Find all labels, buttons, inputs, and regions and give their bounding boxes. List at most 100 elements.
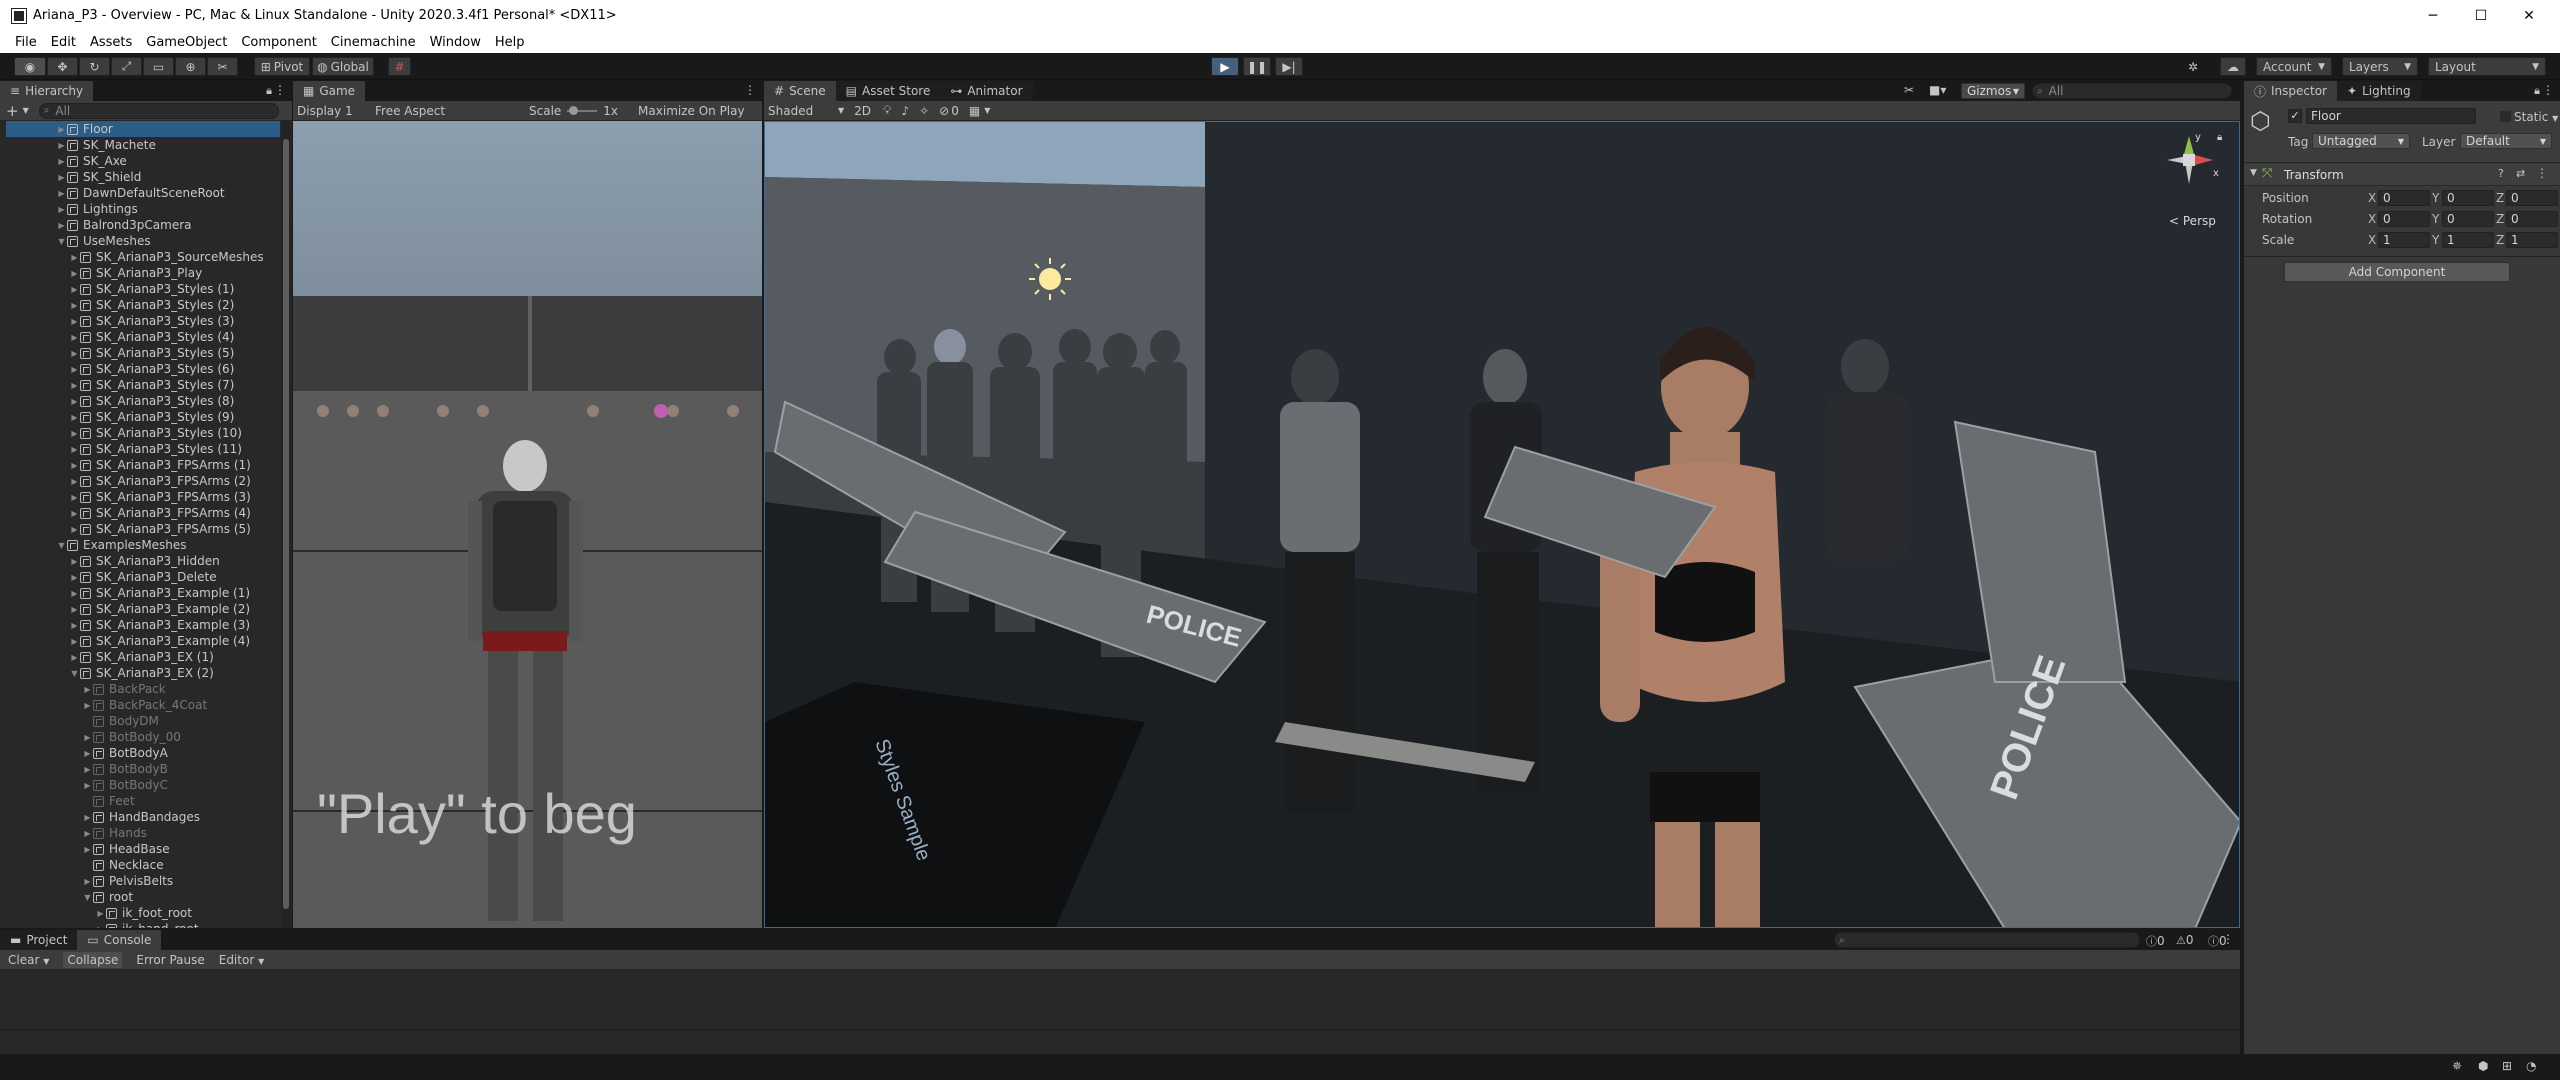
chevron-right-icon[interactable]: ▶ [69, 653, 80, 662]
maximize-on-play-toggle[interactable]: Maximize On Play [638, 104, 745, 118]
y-field[interactable]: 0 [2442, 190, 2494, 206]
view-tool-button[interactable]: ◉ [14, 57, 46, 76]
hierarchy-row[interactable]: ▶ SK_ArianaP3_SourceMeshes [6, 249, 280, 265]
chevron-right-icon[interactable]: ▶ [69, 637, 80, 646]
projection-toggle[interactable]: < Persp [2169, 214, 2216, 228]
shading-mode-dropdown[interactable]: Shaded [768, 104, 838, 118]
hierarchy-row[interactable]: ▶ SK_ArianaP3_Styles (11) [6, 441, 280, 457]
tab-asset-store[interactable]: ▤ Asset Store [835, 81, 941, 101]
menu-cinemachine[interactable]: Cinemachine [324, 35, 423, 50]
cache-icon[interactable]: ⬢ [2478, 1059, 2488, 1073]
hierarchy-row[interactable]: ▶ SK_ArianaP3_Styles (7) [6, 377, 280, 393]
hierarchy-row[interactable]: ▼ UseMeshes [6, 233, 280, 249]
hierarchy-row[interactable]: ▶ SK_ArianaP3_Delete [6, 569, 280, 585]
chevron-right-icon[interactable]: ▶ [69, 509, 80, 518]
hierarchy-row[interactable]: ▶ SK_ArianaP3_Styles (10) [6, 425, 280, 441]
chevron-right-icon[interactable]: ▶ [69, 397, 80, 406]
object-name-field[interactable]: Floor [2306, 108, 2476, 124]
hierarchy-row[interactable]: ▼ ExamplesMeshes [6, 537, 280, 553]
hierarchy-row[interactable]: ▶ SK_ArianaP3_Styles (6) [6, 361, 280, 377]
chevron-right-icon[interactable]: ▶ [69, 557, 80, 566]
hierarchy-row[interactable]: ▶ SK_ArianaP3_Styles (5) [6, 345, 280, 361]
hierarchy-row[interactable]: ▶ PelvisBelts [6, 873, 280, 889]
chevron-right-icon[interactable]: ▶ [82, 845, 93, 854]
menu-help[interactable]: Help [488, 35, 532, 50]
play-button[interactable]: ▶ [1211, 57, 1239, 76]
layer-dropdown[interactable]: Default ▼ [2460, 133, 2552, 149]
grid-snap-button[interactable]: # [388, 57, 411, 76]
lock-icon[interactable]: 🔒︎ [2534, 84, 2540, 98]
chevron-right-icon[interactable]: ▶ [56, 125, 67, 134]
aspect-dropdown[interactable]: Free Aspect [375, 104, 525, 118]
gizmos-dropdown[interactable]: Gizmos ▼ [1961, 83, 2025, 99]
chevron-right-icon[interactable]: ▶ [56, 141, 67, 150]
hierarchy-row[interactable]: ▶ SK_ArianaP3_FPSArms (5) [6, 521, 280, 537]
global-toggle[interactable]: ◍ Global [312, 57, 374, 76]
hierarchy-row[interactable]: ▶ SK_ArianaP3_Styles (1) [6, 281, 280, 297]
tab-hierarchy[interactable]: ≡ Hierarchy [0, 81, 94, 101]
x-field[interactable]: 0 [2378, 190, 2430, 206]
gizmo-lock-icon[interactable]: 🔒︎ [2217, 132, 2222, 143]
hierarchy-row[interactable]: BodyDM [6, 713, 280, 729]
pivot-toggle[interactable]: ⊞ Pivot [254, 57, 310, 76]
chevron-right-icon[interactable]: ▶ [69, 621, 80, 630]
hierarchy-row[interactable]: ▼ root [6, 889, 280, 905]
chevron-right-icon[interactable]: ▶ [69, 317, 80, 326]
toggle-2d-button[interactable]: 2D [854, 104, 871, 118]
hierarchy-row[interactable]: ▶ SK_ArianaP3_Example (4) [6, 633, 280, 649]
game-view[interactable]: "Play" to beg [293, 121, 762, 928]
chevron-right-icon[interactable]: ▶ [69, 381, 80, 390]
scene-search-input[interactable]: ⌕ All [2032, 83, 2232, 99]
account-dropdown[interactable]: Account ▼ [2256, 57, 2332, 76]
hierarchy-row[interactable]: ▶ SK_ArianaP3_Styles (9) [6, 409, 280, 425]
chevron-right-icon[interactable]: ▶ [82, 701, 93, 710]
chevron-right-icon[interactable]: ▶ [82, 685, 93, 694]
hierarchy-row[interactable]: ▶ Hands [6, 825, 280, 841]
chevron-down-icon[interactable]: ▼ [56, 541, 67, 550]
help-icon[interactable]: ? [2498, 167, 2504, 180]
hierarchy-row[interactable]: ▶ BackPack [6, 681, 280, 697]
cloud-button[interactable]: ☁ [2220, 57, 2246, 76]
collab-button[interactable]: ✲ [2180, 57, 2206, 76]
chevron-right-icon[interactable]: ▶ [69, 525, 80, 534]
menu-window[interactable]: Window [423, 35, 488, 50]
move-tool-button[interactable]: ✥ [47, 57, 78, 76]
chevron-right-icon[interactable]: ▶ [56, 205, 67, 214]
chevron-right-icon[interactable]: ▶ [69, 269, 80, 278]
audio-toggle-icon[interactable]: ♪ [901, 104, 909, 118]
layout-dropdown[interactable]: Layout ▼ [2428, 57, 2546, 76]
chevron-right-icon[interactable]: ▶ [69, 589, 80, 598]
lighting-progress-icon[interactable]: ✵ [2452, 1059, 2462, 1073]
chevron-right-icon[interactable]: ▶ [69, 349, 80, 358]
chevron-down-icon[interactable]: ▼ [82, 893, 93, 902]
static-toggle[interactable]: Static ▼ [2500, 110, 2558, 124]
preset-icon[interactable]: ⇄ [2516, 167, 2525, 180]
component-menu-icon[interactable]: ⋮ [2536, 166, 2548, 180]
add-object-button[interactable]: + [6, 102, 19, 120]
static-checkbox[interactable] [2500, 111, 2511, 122]
warning-count-toggle[interactable]: ⚠0 [2176, 933, 2194, 947]
chevron-down-icon[interactable]: ▼ [56, 237, 67, 246]
hierarchy-row[interactable]: ▶ SK_ArianaP3_Styles (8) [6, 393, 280, 409]
lock-icon[interactable]: 🔒︎ [266, 84, 272, 98]
chevron-right-icon[interactable]: ▶ [56, 173, 67, 182]
scene-view[interactable]: POLICE POLICE Styles Sample y x 🔒︎ < Per… [764, 121, 2240, 928]
hierarchy-row[interactable]: ▶ Balrond3pCamera [6, 217, 280, 233]
bake-icon[interactable]: ⊞ [2502, 1059, 2512, 1073]
chevron-right-icon[interactable]: ▶ [69, 477, 80, 486]
tab-lighting[interactable]: ✦ Lighting [2337, 81, 2421, 101]
hierarchy-row[interactable]: ▶ BackPack_4Coat [6, 697, 280, 713]
hierarchy-row[interactable]: ▶ SK_ArianaP3_EX (1) [6, 649, 280, 665]
minimize-button[interactable]: ─ [2410, 0, 2456, 31]
hierarchy-row[interactable]: ▶ SK_Axe [6, 153, 280, 169]
hierarchy-row[interactable]: ▶ Floor [6, 121, 280, 137]
more-menu-icon[interactable]: ⋮ [274, 83, 286, 97]
rect-tool-button[interactable]: ▭ [143, 57, 174, 76]
hierarchy-search-input[interactable]: ⌕ All [38, 102, 279, 119]
chevron-right-icon[interactable]: ▶ [82, 829, 93, 838]
hierarchy-row[interactable]: ▶ ik_foot_root [6, 905, 280, 921]
lighting-toggle-icon[interactable]: 💡︎ [883, 103, 891, 118]
chevron-right-icon[interactable]: ▶ [82, 765, 93, 774]
hierarchy-row[interactable]: ▶ SK_ArianaP3_Styles (2) [6, 297, 280, 313]
chevron-right-icon[interactable]: ▶ [82, 813, 93, 822]
